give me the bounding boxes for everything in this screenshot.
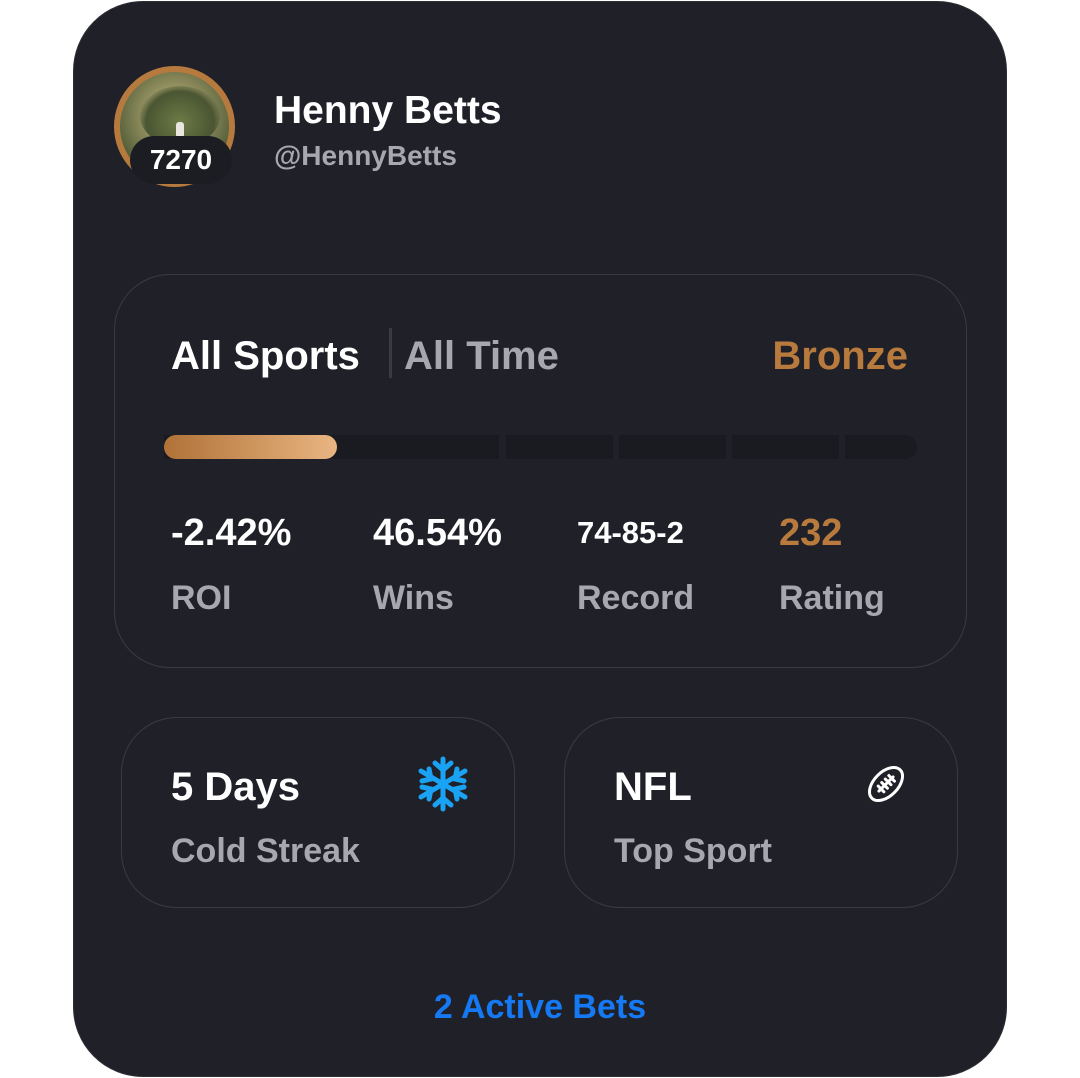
user-handle: @HennyBetts xyxy=(274,140,457,171)
progress-segment xyxy=(845,435,917,459)
rating-value: 232 xyxy=(779,512,843,554)
progress-segment xyxy=(506,435,613,459)
streak-label: Cold Streak xyxy=(171,832,360,870)
tier-label: Bronze xyxy=(772,334,908,378)
tab-divider xyxy=(389,328,392,378)
top-sport-label: Top Sport xyxy=(614,832,772,870)
user-name: Henny Betts xyxy=(274,89,502,132)
top-sport-value: NFL xyxy=(614,765,692,809)
record-label: Record xyxy=(577,579,695,617)
time-filter-tab[interactable]: All Time xyxy=(404,331,559,381)
snowflake-icon xyxy=(418,756,468,812)
roi-value: -2.42% xyxy=(171,512,292,554)
wins-label: Wins xyxy=(373,579,454,617)
rating-label: Rating xyxy=(779,579,885,617)
streak-card[interactable] xyxy=(121,717,515,908)
progress-fill xyxy=(164,435,337,459)
roi-label: ROI xyxy=(171,579,232,617)
progress-segment xyxy=(619,435,726,459)
progress-segment xyxy=(732,435,839,459)
record-value: 74-85-2 xyxy=(577,515,684,550)
sport-filter-tab[interactable]: All Sports xyxy=(171,331,360,381)
avatar-badge-number: 7270 xyxy=(130,136,232,184)
football-icon xyxy=(868,766,904,802)
active-bets-link[interactable]: 2 Active Bets xyxy=(0,984,1080,1030)
streak-value: 5 Days xyxy=(171,765,300,809)
top-sport-card[interactable] xyxy=(564,717,958,908)
tier-progress-bar xyxy=(164,435,917,459)
wins-value: 46.54% xyxy=(373,512,502,554)
